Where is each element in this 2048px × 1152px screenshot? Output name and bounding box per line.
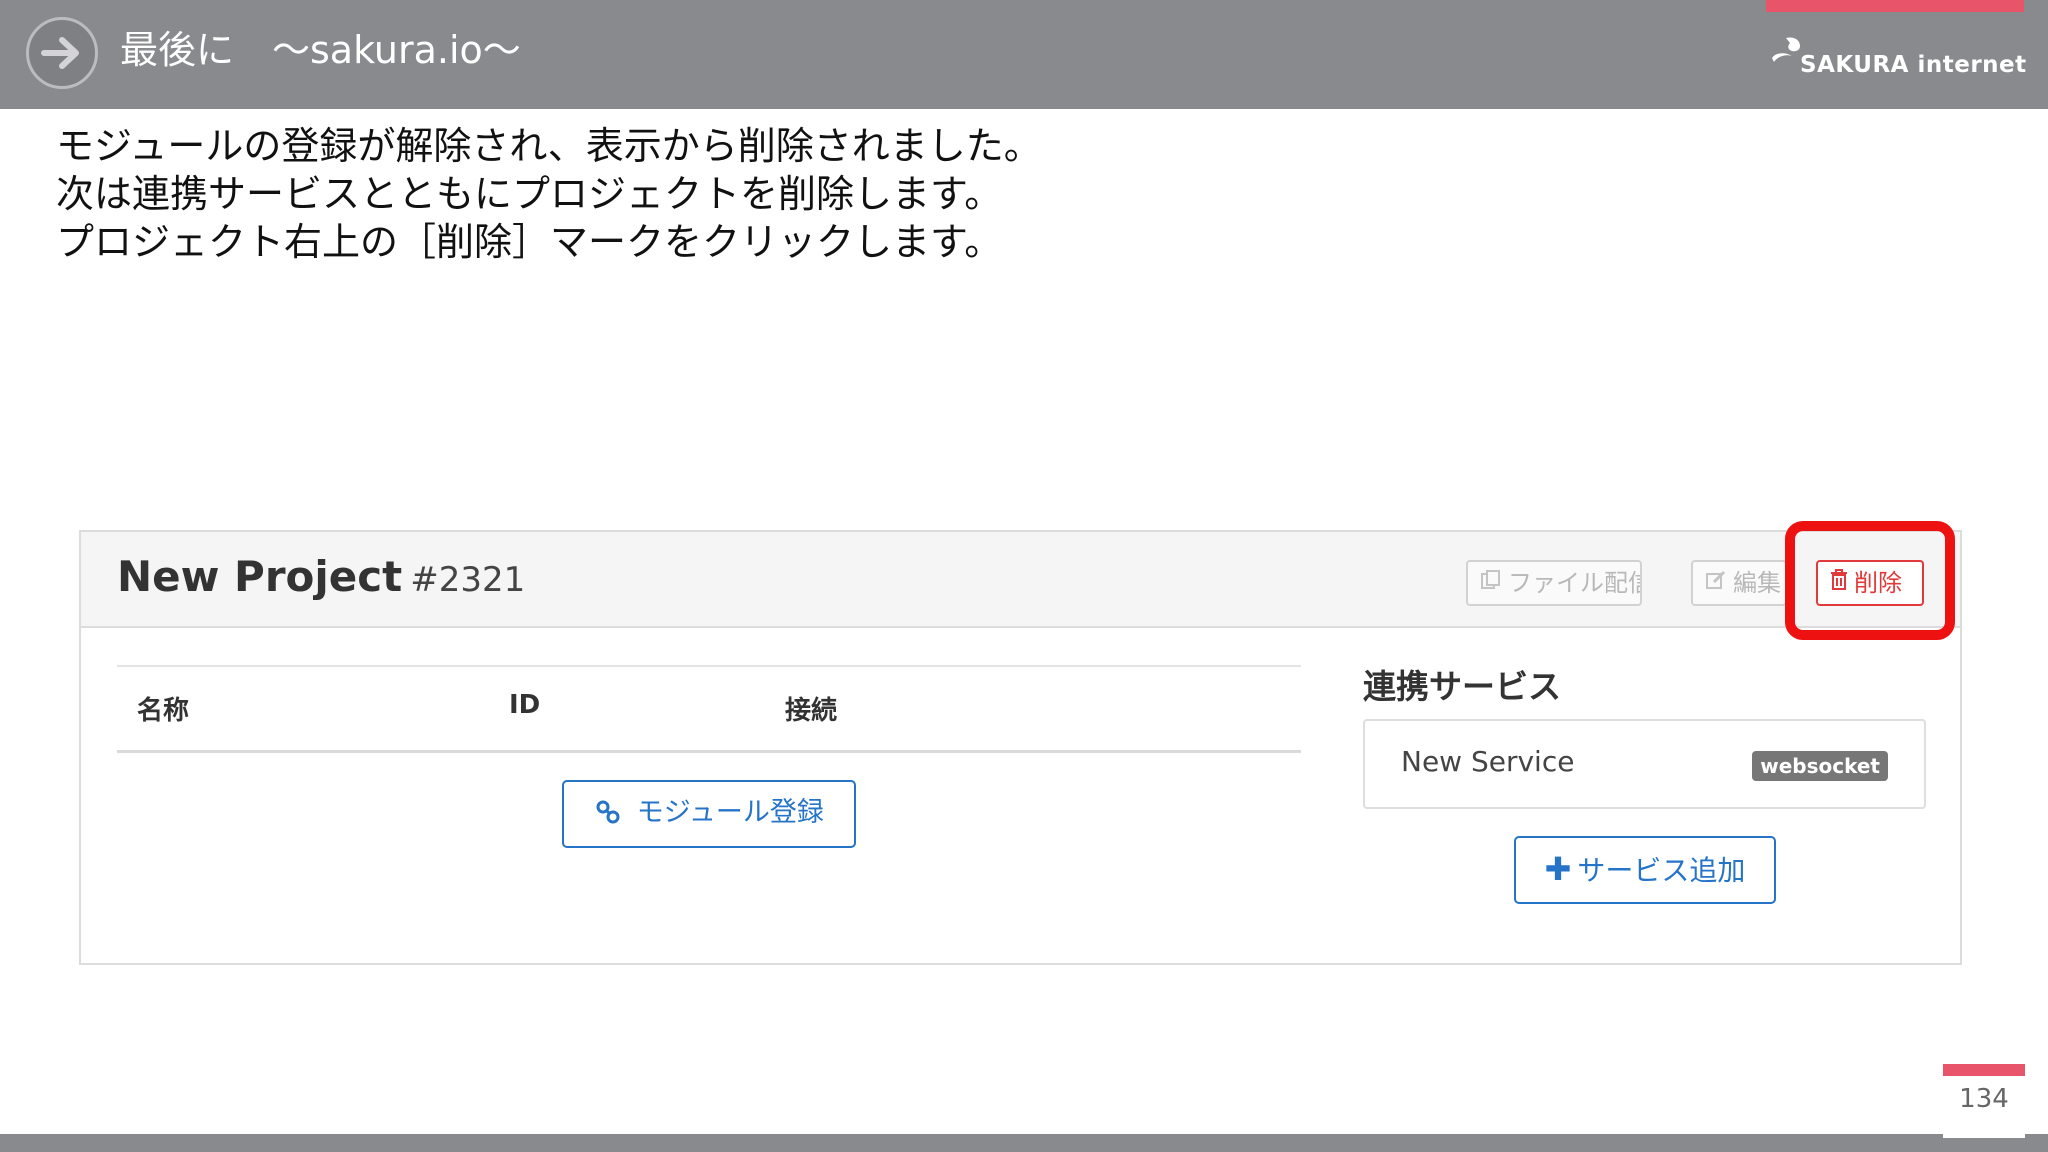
instruction-line: モジュールの登録が解除され、表示から削除されました。 bbox=[56, 124, 1042, 168]
footer-bar bbox=[0, 1134, 2048, 1152]
project-panel-header: New Project #2321 ファイル配信 編集 削除 bbox=[81, 532, 1960, 628]
service-type-badge: websocket bbox=[1752, 751, 1888, 781]
file-delivery-label: ファイル配信 bbox=[1508, 569, 1642, 597]
file-delivery-button[interactable]: ファイル配信 bbox=[1466, 560, 1642, 606]
arrow-right-icon bbox=[26, 17, 98, 89]
linked-services-heading: 連携サービス bbox=[1363, 667, 1561, 706]
instruction-text: モジュールの登録が解除され、表示から削除されました。 次は連携サービスとともにプ… bbox=[56, 122, 1356, 266]
register-module-label: モジュール登録 bbox=[636, 797, 824, 828]
edit-label: 編集 bbox=[1733, 569, 1781, 597]
add-service-label: サービス追加 bbox=[1577, 854, 1746, 887]
delete-highlight-frame bbox=[1785, 521, 1955, 640]
register-module-button[interactable]: モジュール登録 bbox=[562, 780, 856, 848]
footer-notch bbox=[1943, 1134, 2025, 1138]
column-header-id: ID bbox=[509, 690, 541, 720]
sakura-internet-logo: SAKURA internet bbox=[1770, 30, 2026, 86]
add-service-button[interactable]: ✚ サービス追加 bbox=[1514, 836, 1776, 904]
edit-icon bbox=[1705, 562, 1727, 604]
header-bar: 最後に ～sakura.io～ SAKURA internet bbox=[0, 0, 2048, 109]
slide-title: 最後に ～sakura.io～ bbox=[120, 28, 521, 72]
column-header-name: 名称 bbox=[137, 696, 190, 726]
service-name: New Service bbox=[1401, 745, 1575, 778]
service-item[interactable]: New Service websocket bbox=[1363, 719, 1926, 809]
instruction-line: プロジェクト右上の［削除］マークをクリックします。 bbox=[56, 220, 1003, 264]
plus-icon: ✚ bbox=[1544, 850, 1572, 888]
table-header-divider bbox=[117, 750, 1301, 753]
table-divider bbox=[117, 665, 1301, 667]
column-header-connection: 接続 bbox=[785, 696, 838, 726]
page-number: 134 bbox=[1959, 1084, 2009, 1114]
project-panel: New Project #2321 ファイル配信 編集 削除 名称 ID 接続 … bbox=[79, 530, 1962, 965]
edit-button[interactable]: 編集 bbox=[1691, 560, 1787, 606]
page-number-accent bbox=[1943, 1064, 2025, 1076]
link-icon bbox=[594, 797, 637, 828]
header-accent-stripe bbox=[1766, 0, 2024, 12]
instruction-line: 次は連携サービスとともにプロジェクトを削除します。 bbox=[56, 172, 1003, 216]
project-name: New Project bbox=[117, 552, 403, 601]
copy-icon bbox=[1480, 562, 1502, 604]
project-title: New Project #2321 bbox=[117, 552, 525, 601]
project-id: #2321 bbox=[410, 560, 526, 600]
logo-text: SAKURA internet bbox=[1800, 52, 2027, 78]
